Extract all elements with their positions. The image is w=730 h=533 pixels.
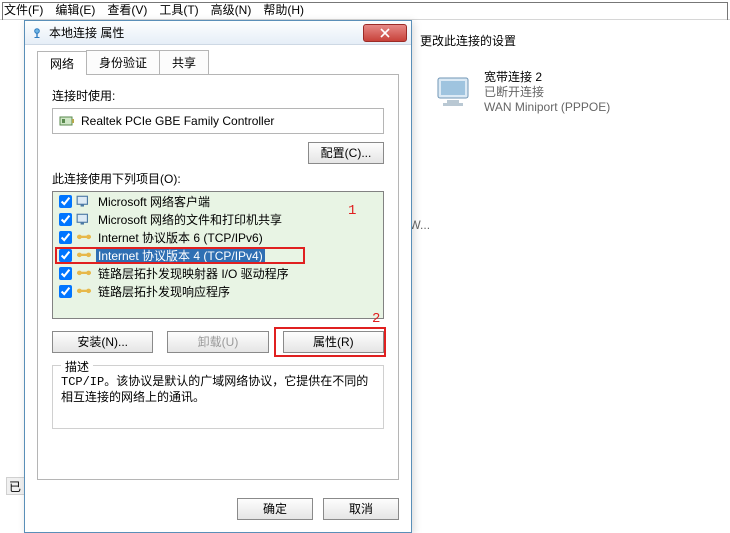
item-checkbox[interactable] (59, 213, 72, 226)
connect-using-label: 连接时使用: (52, 87, 384, 104)
list-item[interactable]: 链路层拓扑发现映射器 I/O 驱动程序 (53, 264, 383, 282)
menu-tools[interactable]: 工具(T) (159, 1, 198, 18)
annotation-mark-1: 1 (348, 203, 356, 219)
item-checkbox[interactable] (59, 285, 72, 298)
ok-button[interactable]: 确定 (237, 498, 313, 520)
description-text: TCP/IP。该协议是默认的广域网络协议，它提供在不同的相互连接的网络上的通讯。 (61, 374, 375, 406)
list-item[interactable]: Microsoft 网络的文件和打印机共享 (53, 210, 383, 228)
broadband-icon (430, 70, 480, 114)
item-label: 链路层拓扑发现响应程序 (96, 283, 232, 300)
item-checkbox[interactable] (59, 249, 72, 262)
item-label: 链路层拓扑发现映射器 I/O 驱动程序 (96, 265, 291, 282)
list-item[interactable]: Microsoft 网络客户端 (53, 192, 383, 210)
dialog-footer: 确定 取消 (25, 490, 411, 532)
description-legend: 描述 (61, 358, 93, 375)
underlying-menu-bar: 文件(F) 编辑(E) 查看(V) 工具(T) 高级(N) 帮助(H) (0, 0, 730, 20)
protocol-icon (76, 230, 92, 244)
item-label: Internet 协议版本 4 (TCP/IPv4) (96, 247, 265, 264)
description-group: 描述 TCP/IP。该协议是默认的广域网络协议，它提供在不同的相互连接的网络上的… (52, 365, 384, 429)
item-checkbox[interactable] (59, 195, 72, 208)
configure-button[interactable]: 配置(C)... (308, 142, 384, 164)
adapter-name: Realtek PCIe GBE Family Controller (81, 114, 274, 128)
connection-name: 宽带连接 2 (484, 70, 610, 85)
close-icon[interactable] (363, 24, 407, 42)
uninstall-button: 卸载(U) (167, 331, 268, 353)
dialog-icon (31, 27, 43, 39)
list-item-selected[interactable]: Internet 协议版本 4 (TCP/IPv4) (53, 246, 383, 264)
protocol-icon (76, 248, 92, 262)
dialog-title: 本地连接 属性 (49, 24, 363, 41)
menu-help[interactable]: 帮助(H) (263, 1, 304, 18)
item-label: Microsoft 网络的文件和打印机共享 (96, 211, 284, 228)
list-item[interactable]: Internet 协议版本 6 (TCP/IPv6) (53, 228, 383, 246)
tab-network[interactable]: 网络 (37, 51, 87, 75)
client-icon (76, 212, 92, 226)
install-button[interactable]: 安装(N)... (52, 331, 153, 353)
connection-status: 已断开连接 (484, 85, 610, 100)
items-listbox[interactable]: Microsoft 网络客户端 Microsoft 网络的文件和打印机共享 In… (52, 191, 384, 319)
menu-file[interactable]: 文件(F) (4, 1, 43, 18)
cancel-button[interactable]: 取消 (323, 498, 399, 520)
items-label: 此连接使用下列项目(O): (52, 170, 384, 187)
item-label: Internet 协议版本 6 (TCP/IPv6) (96, 229, 265, 246)
list-item[interactable]: 链路层拓扑发现响应程序 (53, 282, 383, 300)
connection-device: WAN Miniport (PPPOE) (484, 100, 610, 115)
menu-edit[interactable]: 编辑(E) (55, 1, 95, 18)
properties-dialog: 本地连接 属性 网络 身份验证 共享 连接时使用: Realtek PCIe G… (24, 20, 412, 533)
tab-share[interactable]: 共享 (159, 50, 209, 74)
tab-strip: 网络 身份验证 共享 (37, 53, 399, 75)
protocol-icon (76, 284, 92, 298)
tab-auth[interactable]: 身份验证 (86, 50, 160, 74)
adapter-field: Realtek PCIe GBE Family Controller (52, 108, 384, 134)
annotation-mark-2: 2 (372, 311, 380, 327)
properties-button[interactable]: 属性(R) (283, 331, 384, 353)
item-checkbox[interactable] (59, 231, 72, 244)
nic-icon (59, 114, 75, 128)
menu-view[interactable]: 查看(V) (107, 1, 147, 18)
connection-item[interactable]: 宽带连接 2 已断开连接 WAN Miniport (PPPOE) (430, 70, 710, 115)
protocol-icon (76, 266, 92, 280)
dialog-titlebar[interactable]: 本地连接 属性 (25, 21, 411, 45)
item-label: Microsoft 网络客户端 (96, 193, 212, 210)
client-icon (76, 194, 92, 208)
menu-advanced[interactable]: 高级(N) (211, 1, 252, 18)
item-checkbox[interactable] (59, 267, 72, 280)
